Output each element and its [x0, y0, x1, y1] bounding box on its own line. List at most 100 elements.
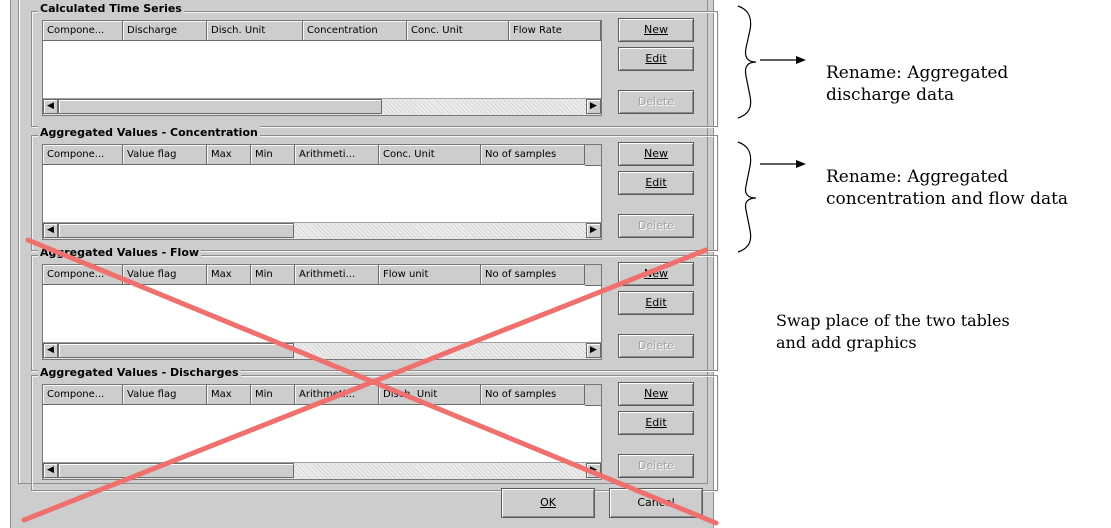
brace-1 — [737, 5, 757, 119]
new-button[interactable]: New — [618, 18, 694, 42]
group-aggregated-concentration: Aggregated Values - Concentration Compon… — [31, 126, 718, 251]
column-header[interactable]: Min — [251, 265, 295, 285]
column-header[interactable]: No of samples — [481, 385, 585, 405]
edit-label: Edit — [645, 296, 667, 309]
horizontal-scrollbar[interactable]: ◀ ▶ — [43, 342, 601, 359]
group-aggregated-discharges: Aggregated Values - Discharges Compone..… — [31, 366, 718, 491]
new-label: New — [644, 147, 668, 160]
arrow-right-icon — [760, 56, 806, 64]
column-header[interactable]: Value flag — [123, 265, 207, 285]
table-header: Compone... Value flag Max Min Arithmeti.… — [43, 265, 601, 286]
ok-label: OK — [540, 496, 556, 509]
table-header: Compone... Discharge Disch. Unit Concent… — [43, 21, 601, 41]
delete-label: Delete — [637, 459, 675, 472]
column-header[interactable]: Flow unit — [379, 265, 481, 285]
group-calculated-time-series: Calculated Time Series Compone... Discha… — [31, 2, 718, 127]
column-header[interactable]: Value flag — [123, 385, 207, 405]
scroll-left-icon[interactable]: ◀ — [43, 343, 58, 358]
column-header[interactable]: No of samples — [481, 265, 585, 285]
column-header[interactable]: Compone... — [43, 265, 123, 285]
column-header[interactable]: Conc. Unit — [407, 21, 509, 41]
new-label: New — [644, 23, 668, 36]
column-header[interactable]: Compone... — [43, 385, 123, 405]
column-header[interactable]: Concentration — [303, 21, 407, 41]
edit-label: Edit — [645, 416, 667, 429]
group-title: Aggregated Values - Flow — [38, 246, 202, 260]
scroll-right-icon[interactable]: ▶ — [586, 223, 601, 238]
scroll-thumb[interactable] — [58, 463, 294, 478]
group-title: Calculated Time Series — [38, 2, 184, 16]
edit-button[interactable]: Edit — [618, 411, 694, 435]
concentration-table[interactable]: Compone... Value flag Max Min Arithmeti.… — [42, 144, 602, 240]
content-pane: Calculated Time Series Compone... Discha… — [18, 0, 718, 491]
edit-button[interactable]: Edit — [618, 171, 694, 195]
annotation-line: and add graphics — [776, 333, 917, 352]
column-header[interactable]: Value flag — [123, 145, 207, 165]
ok-button[interactable]: OK — [501, 488, 595, 518]
column-header[interactable]: Min — [251, 145, 295, 165]
edit-label: Edit — [645, 176, 667, 189]
group-title: Aggregated Values - Concentration — [38, 126, 260, 140]
delete-button[interactable]: Delete — [618, 214, 694, 238]
delete-button[interactable]: Delete — [618, 90, 694, 114]
column-header[interactable]: Flow Rate — [509, 21, 601, 41]
flow-table[interactable]: Compone... Value flag Max Min Arithmeti.… — [42, 264, 602, 360]
dialog-window: Calculated Time Series Compone... Discha… — [10, 0, 718, 528]
horizontal-scrollbar[interactable]: ◀ ▶ — [43, 462, 601, 479]
scroll-left-icon[interactable]: ◀ — [43, 99, 58, 114]
brace-2 — [737, 141, 757, 253]
column-header[interactable]: Max — [207, 265, 251, 285]
scroll-left-icon[interactable]: ◀ — [43, 463, 58, 478]
column-header[interactable]: Max — [207, 385, 251, 405]
table-header: Compone... Value flag Max Min Arithmeti.… — [43, 145, 601, 166]
annotation-line: discharge data — [826, 85, 955, 105]
new-button[interactable]: New — [618, 262, 694, 286]
group-aggregated-flow: Aggregated Values - Flow Compone... Valu… — [31, 246, 718, 371]
delete-label: Delete — [637, 95, 675, 108]
group-title: Aggregated Values - Discharges — [38, 366, 241, 380]
horizontal-scrollbar[interactable]: ◀ ▶ — [43, 98, 601, 115]
table-header: Compone... Value flag Max Min Arithmeti.… — [43, 385, 601, 406]
column-header[interactable]: Disch. Unit — [207, 21, 303, 41]
cancel-button[interactable]: Cancel — [609, 488, 703, 518]
edit-button[interactable]: Edit — [618, 47, 694, 71]
annotation-line: Rename: Aggregated — [826, 167, 1009, 187]
column-header[interactable]: Discharge — [123, 21, 207, 41]
column-header[interactable]: Arithmeti... — [295, 385, 379, 405]
delete-button[interactable]: Delete — [618, 334, 694, 358]
column-header[interactable]: Compone... — [43, 21, 123, 41]
edit-label: Edit — [645, 52, 667, 65]
column-header[interactable]: Compone... — [43, 145, 123, 165]
time-series-table[interactable]: Compone... Discharge Disch. Unit Concent… — [42, 20, 602, 116]
scroll-left-icon[interactable]: ◀ — [43, 223, 58, 238]
new-label: New — [644, 267, 668, 280]
scroll-thumb[interactable] — [58, 223, 294, 238]
column-header[interactable]: Min — [251, 385, 295, 405]
scroll-right-icon[interactable]: ▶ — [586, 343, 601, 358]
new-label: New — [644, 387, 668, 400]
column-header[interactable]: Arithmeti... — [295, 265, 379, 285]
annotation-swap-tables: Swap place of the two tables and add gra… — [776, 310, 1010, 354]
annotation-rename-discharge: Rename: Aggregated discharge data — [826, 62, 1008, 106]
cancel-label: Cancel — [637, 496, 675, 509]
scroll-thumb[interactable] — [58, 99, 382, 114]
annotation-rename-concentration: Rename: Aggregated concentration and flo… — [826, 166, 1068, 210]
scroll-right-icon[interactable]: ▶ — [586, 99, 601, 114]
delete-button[interactable]: Delete — [618, 454, 694, 478]
scroll-right-icon[interactable]: ▶ — [586, 463, 601, 478]
column-header[interactable]: Conc. Unit — [379, 145, 481, 165]
column-header[interactable]: Disch. Unit — [379, 385, 481, 405]
new-button[interactable]: New — [618, 142, 694, 166]
header-filler — [585, 385, 601, 406]
horizontal-scrollbar[interactable]: ◀ ▶ — [43, 222, 601, 239]
column-header[interactable]: No of samples — [481, 145, 585, 165]
scroll-thumb[interactable] — [58, 343, 294, 358]
edit-button[interactable]: Edit — [618, 291, 694, 315]
delete-label: Delete — [637, 219, 675, 232]
column-header[interactable]: Arithmeti... — [295, 145, 379, 165]
annotation-line: Rename: Aggregated — [826, 63, 1009, 83]
header-filler — [585, 265, 601, 286]
column-header[interactable]: Max — [207, 145, 251, 165]
discharges-table[interactable]: Compone... Value flag Max Min Arithmeti.… — [42, 384, 602, 480]
new-button[interactable]: New — [618, 382, 694, 406]
